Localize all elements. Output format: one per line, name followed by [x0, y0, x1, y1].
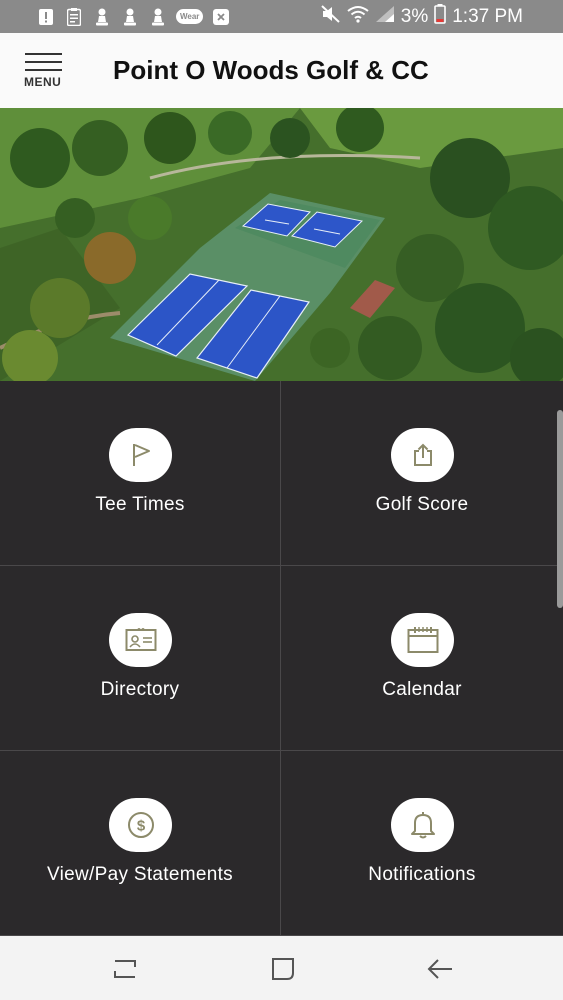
feature-grid: Tee Times Golf Score Directory Calendar … [0, 381, 563, 936]
menu-label: MENU [24, 75, 62, 89]
tile-icon-circle: $ [109, 798, 172, 852]
back-icon[interactable] [423, 954, 457, 984]
chess-pawn-icon [148, 8, 168, 26]
flag-icon [132, 444, 150, 466]
signal-icon [375, 5, 395, 29]
status-bar: Wear 3% 1:37 PM [0, 0, 563, 33]
tile-icon-circle [391, 428, 454, 482]
scrollbar[interactable] [557, 410, 563, 608]
hero-image [0, 108, 563, 381]
tile-calendar[interactable]: Calendar [281, 566, 563, 751]
recent-apps-icon[interactable] [108, 954, 142, 984]
clipboard-icon [64, 7, 84, 26]
calendar-icon [407, 627, 438, 653]
menu-button[interactable]: MENU [22, 49, 66, 95]
chess-pawn-icon [120, 8, 140, 26]
tile-label: View/Pay Statements [47, 864, 233, 885]
tile-golf-score[interactable]: Golf Score [281, 381, 563, 566]
wear-icon: Wear [176, 9, 204, 24]
alert-icon [36, 8, 56, 26]
tile-label: Notifications [368, 864, 476, 885]
tile-icon-circle [391, 613, 454, 667]
hamburger-icon-line [25, 69, 62, 71]
page-title: Point O Woods Golf & CC [113, 55, 429, 85]
battery-level: 3% [400, 5, 429, 27]
tile-notifications[interactable]: Notifications [281, 751, 563, 936]
hamburger-icon [25, 53, 62, 55]
system-indicators: 3% 1:37 PM [321, 3, 563, 30]
system-nav-bar [0, 936, 563, 1000]
tile-label: Golf Score [375, 494, 469, 515]
chess-pawn-icon [92, 8, 112, 26]
hamburger-icon-line [25, 61, 62, 63]
tile-label: Tee Times [95, 494, 185, 515]
mute-icon [321, 4, 341, 29]
share-upload-icon [413, 443, 432, 466]
tile-icon-circle [109, 613, 172, 667]
tile-tee-times[interactable]: Tee Times [0, 381, 281, 566]
wifi-icon [347, 5, 369, 29]
tile-icon-circle [109, 428, 172, 482]
bell-icon [410, 812, 435, 839]
svg-text:$: $ [136, 818, 145, 835]
close-box-icon [211, 8, 231, 26]
app-bar: MENU Point O Woods Golf & CC [0, 33, 563, 108]
home-icon[interactable] [266, 954, 300, 984]
tile-view-pay-statements[interactable]: $ View/Pay Statements [0, 751, 281, 936]
tile-icon-circle [391, 798, 454, 852]
dollar-icon: $ [127, 812, 154, 838]
tile-label: Directory [100, 679, 180, 700]
clock: 1:37 PM [452, 5, 523, 27]
tile-directory[interactable]: Directory [0, 566, 281, 751]
id-card-icon [125, 628, 156, 651]
tile-label: Calendar [382, 679, 462, 700]
notification-icons: Wear [0, 7, 231, 26]
battery-icon [434, 3, 447, 30]
